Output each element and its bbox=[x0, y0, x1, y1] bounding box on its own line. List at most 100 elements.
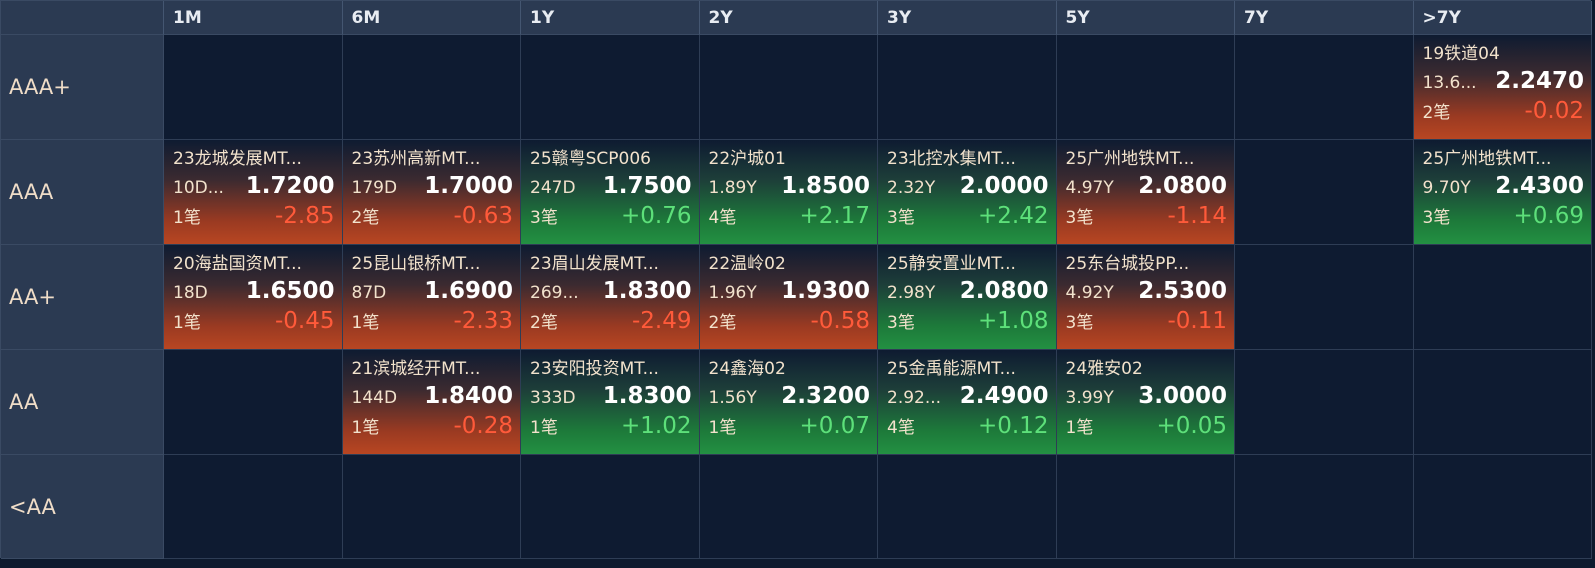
column-header-6m[interactable]: 6M bbox=[342, 1, 521, 35]
bond-name: 23北控水集MT... bbox=[887, 149, 1016, 169]
trade-count: 1笔 bbox=[708, 418, 737, 438]
bond-quote[interactable]: 25昆山银桥MT... 87D 1.6900 1笔 -2.33 bbox=[343, 245, 521, 349]
bond-remaining-term: 247D bbox=[530, 178, 576, 198]
bond-name: 24雅安02 bbox=[1065, 359, 1143, 379]
bond-quote-cell[interactable]: 23北控水集MT... 2.32Y 2.0000 3笔 +2.42 bbox=[878, 140, 1057, 245]
bond-remaining-term: 2.32Y bbox=[887, 178, 936, 198]
yield-change: +2.42 bbox=[978, 203, 1049, 229]
bond-quote[interactable]: 25金禹能源MT... 2.92... 2.4900 4笔 +0.12 bbox=[878, 350, 1056, 454]
bond-remaining-term: 144D bbox=[351, 388, 398, 408]
bond-quote[interactable]: 21滨城经开MT... 144D 1.8400 1笔 -0.28 bbox=[343, 350, 521, 454]
bond-quote[interactable]: 24鑫海02 1.56Y 2.3200 1笔 +0.07 bbox=[700, 350, 878, 454]
bond-quote[interactable]: 25广州地铁MT... 9.70Y 2.4300 3笔 +0.69 bbox=[1414, 140, 1592, 244]
bond-yield: 1.6500 bbox=[245, 278, 335, 304]
bond-quote[interactable]: 25静安置业MT... 2.98Y 2.0800 3笔 +1.08 bbox=[878, 245, 1056, 349]
column-header-2y[interactable]: 2Y bbox=[699, 1, 878, 35]
bond-quote-cell[interactable]: 23龙城发展MT... 10D... 1.7200 1笔 -2.85 bbox=[164, 140, 343, 245]
yield-change: -0.63 bbox=[453, 203, 513, 229]
bond-remaining-term: 18D bbox=[173, 283, 208, 303]
bond-yield: 2.3200 bbox=[781, 383, 870, 409]
row-label-aaa: AAA bbox=[1, 140, 164, 245]
bond-quote-cell[interactable]: 24雅安02 3.99Y 3.0000 1笔 +0.05 bbox=[1056, 350, 1235, 455]
bond-yield: 1.7500 bbox=[602, 173, 692, 199]
corner-header bbox=[1, 1, 164, 35]
matrix-cell bbox=[1235, 350, 1414, 455]
bond-name: 25广州地铁MT... bbox=[1422, 149, 1552, 169]
bond-yield: 2.0800 bbox=[1138, 173, 1227, 199]
column-header-over-7y[interactable]: >7Y bbox=[1413, 1, 1592, 35]
column-header-1m[interactable]: 1M bbox=[164, 1, 343, 35]
bond-quote-cell[interactable]: 23苏州高新MT... 179D 1.7000 2笔 -0.63 bbox=[342, 140, 521, 245]
bond-quote-cell[interactable]: 23眉山发展MT... 269... 1.8300 2笔 -2.49 bbox=[521, 245, 700, 350]
bond-quote-cell[interactable]: 25广州地铁MT... 4.97Y 2.0800 3笔 -1.14 bbox=[1056, 140, 1235, 245]
matrix-cell bbox=[164, 350, 343, 455]
bond-quote[interactable]: 25广州地铁MT... 4.97Y 2.0800 3笔 -1.14 bbox=[1057, 140, 1235, 244]
bond-quote-cell[interactable]: 25赣粤SCP006 247D 1.7500 3笔 +0.76 bbox=[521, 140, 700, 245]
matrix-cell bbox=[1413, 245, 1592, 350]
bond-quote[interactable]: 23龙城发展MT... 10D... 1.7200 1笔 -2.85 bbox=[164, 140, 342, 244]
matrix-cell bbox=[1056, 35, 1235, 140]
bond-remaining-term: 4.97Y bbox=[1065, 178, 1114, 198]
bond-quote[interactable]: 22沪城01 1.89Y 1.8500 4笔 +2.17 bbox=[700, 140, 878, 244]
matrix-cell bbox=[699, 35, 878, 140]
bond-yield: 3.0000 bbox=[1138, 383, 1227, 409]
bond-name: 23苏州高新MT... bbox=[351, 149, 481, 169]
column-header-3y[interactable]: 3Y bbox=[878, 1, 1057, 35]
trade-count: 3笔 bbox=[1422, 208, 1451, 228]
row-label-aaa-plus: AAA+ bbox=[1, 35, 164, 140]
bond-quote[interactable]: 23眉山发展MT... 269... 1.8300 2笔 -2.49 bbox=[521, 245, 699, 349]
bond-quote-cell[interactable]: 21滨城经开MT... 144D 1.8400 1笔 -0.28 bbox=[342, 350, 521, 455]
bond-quote-cell[interactable]: 24鑫海02 1.56Y 2.3200 1笔 +0.07 bbox=[699, 350, 878, 455]
trade-count: 1笔 bbox=[173, 313, 201, 333]
bond-quote-cell[interactable]: 22沪城01 1.89Y 1.8500 4笔 +2.17 bbox=[699, 140, 878, 245]
matrix-cell bbox=[878, 455, 1057, 559]
bond-name: 19铁道04 bbox=[1422, 44, 1500, 64]
bond-yield: 2.0800 bbox=[959, 278, 1049, 304]
bond-quote-cell[interactable]: 20海盐国资MT... 18D 1.6500 1笔 -0.45 bbox=[164, 245, 343, 350]
trade-count: 3笔 bbox=[1065, 208, 1094, 228]
bond-quote[interactable]: 23北控水集MT... 2.32Y 2.0000 3笔 +2.42 bbox=[878, 140, 1056, 244]
matrix-cell bbox=[342, 35, 521, 140]
matrix-cell bbox=[1235, 245, 1414, 350]
matrix-cell bbox=[342, 455, 521, 559]
matrix-cell bbox=[521, 455, 700, 559]
bond-quote[interactable]: 22温岭02 1.96Y 1.9300 2笔 -0.58 bbox=[700, 245, 878, 349]
bond-yield: 1.6900 bbox=[424, 278, 513, 304]
bond-quote[interactable]: 23安阳投资MT... 333D 1.8300 1笔 +1.02 bbox=[521, 350, 699, 454]
bond-quote[interactable]: 20海盐国资MT... 18D 1.6500 1笔 -0.45 bbox=[164, 245, 342, 349]
matrix-cell bbox=[521, 35, 700, 140]
bond-yield: 2.2470 bbox=[1495, 68, 1584, 94]
bond-quote[interactable]: 19铁道04 13.6... 2.2470 2笔 -0.02 bbox=[1414, 35, 1592, 139]
matrix-cell bbox=[1235, 35, 1414, 140]
bond-quote-cell[interactable]: 25昆山银桥MT... 87D 1.6900 1笔 -2.33 bbox=[342, 245, 521, 350]
yield-change: -2.85 bbox=[274, 203, 335, 229]
column-header-5y[interactable]: 5Y bbox=[1056, 1, 1235, 35]
bond-name: 25广州地铁MT... bbox=[1065, 149, 1195, 169]
bond-yield: 1.9300 bbox=[781, 278, 870, 304]
bond-quote[interactable]: 23苏州高新MT... 179D 1.7000 2笔 -0.63 bbox=[343, 140, 521, 244]
bond-quote-cell[interactable]: 25金禹能源MT... 2.92... 2.4900 4笔 +0.12 bbox=[878, 350, 1057, 455]
bond-quote-cell[interactable]: 19铁道04 13.6... 2.2470 2笔 -0.02 bbox=[1413, 35, 1592, 140]
bond-quote-cell[interactable]: 25广州地铁MT... 9.70Y 2.4300 3笔 +0.69 bbox=[1413, 140, 1592, 245]
bond-quote[interactable]: 25赣粤SCP006 247D 1.7500 3笔 +0.76 bbox=[521, 140, 699, 244]
bond-quote[interactable]: 25东台城投PP... 4.92Y 2.5300 3笔 -0.11 bbox=[1057, 245, 1235, 349]
trade-count: 3笔 bbox=[530, 208, 558, 228]
bond-name: 25昆山银桥MT... bbox=[351, 254, 481, 274]
column-header-1y[interactable]: 1Y bbox=[521, 1, 700, 35]
bond-quote-cell[interactable]: 25静安置业MT... 2.98Y 2.0800 3笔 +1.08 bbox=[878, 245, 1057, 350]
bond-remaining-term: 9.70Y bbox=[1422, 178, 1471, 198]
bond-yield: 1.8400 bbox=[424, 383, 513, 409]
bond-quote-cell[interactable]: 25东台城投PP... 4.92Y 2.5300 3笔 -0.11 bbox=[1056, 245, 1235, 350]
trade-count: 3笔 bbox=[887, 208, 915, 228]
matrix-cell bbox=[1413, 350, 1592, 455]
trade-count: 2笔 bbox=[1422, 103, 1451, 123]
column-header-7y[interactable]: 7Y bbox=[1235, 1, 1414, 35]
bond-quote[interactable]: 24雅安02 3.99Y 3.0000 1笔 +0.05 bbox=[1057, 350, 1235, 454]
matrix-cell bbox=[1056, 455, 1235, 559]
bond-quote-cell[interactable]: 22温岭02 1.96Y 1.9300 2笔 -0.58 bbox=[699, 245, 878, 350]
bond-quote-cell[interactable]: 23安阳投资MT... 333D 1.8300 1笔 +1.02 bbox=[521, 350, 700, 455]
rating-term-matrix: 1M 6M 1Y 2Y 3Y 5Y 7Y >7Y AAA+ 19铁道04 13.6.… bbox=[0, 0, 1592, 559]
trade-count: 1笔 bbox=[530, 418, 558, 438]
matrix-cell bbox=[164, 35, 343, 140]
bond-remaining-term: 1.89Y bbox=[708, 178, 757, 198]
